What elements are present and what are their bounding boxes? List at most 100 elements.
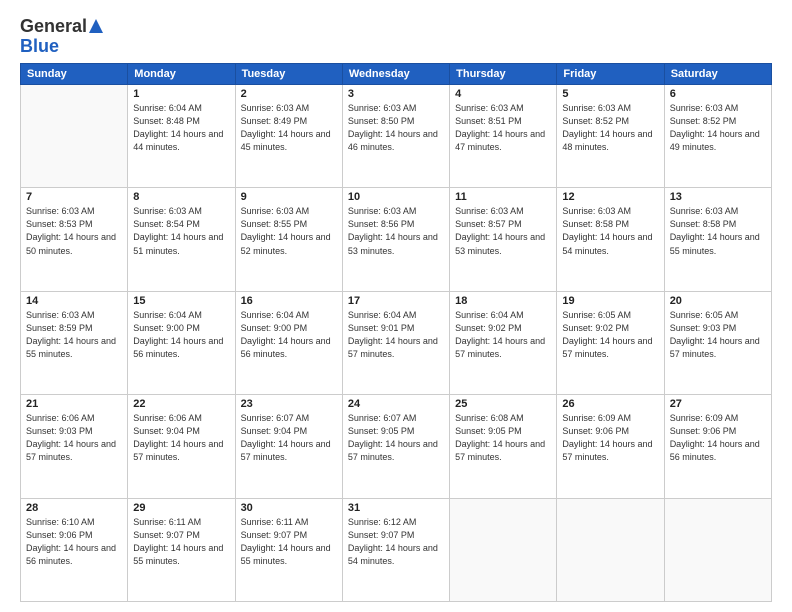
header-day-monday: Monday <box>128 64 235 85</box>
day-info: Sunrise: 6:04 AMSunset: 9:01 PMDaylight:… <box>348 309 444 361</box>
day-number: 7 <box>26 191 122 203</box>
day-info: Sunrise: 6:10 AMSunset: 9:06 PMDaylight:… <box>26 516 122 568</box>
day-info: Sunrise: 6:05 AMSunset: 9:03 PMDaylight:… <box>670 309 766 361</box>
day-number: 1 <box>133 88 229 100</box>
day-cell: 17 Sunrise: 6:04 AMSunset: 9:01 PMDayligh… <box>342 291 449 394</box>
logo-general-text: General <box>20 16 87 37</box>
day-number: 10 <box>348 191 444 203</box>
day-info: Sunrise: 6:06 AMSunset: 9:04 PMDaylight:… <box>133 412 229 464</box>
day-info: Sunrise: 6:06 AMSunset: 9:03 PMDaylight:… <box>26 412 122 464</box>
calendar-header: SundayMondayTuesdayWednesdayThursdayFrid… <box>21 64 772 85</box>
calendar-table: SundayMondayTuesdayWednesdayThursdayFrid… <box>20 63 772 602</box>
day-info: Sunrise: 6:07 AMSunset: 9:05 PMDaylight:… <box>348 412 444 464</box>
day-info: Sunrise: 6:03 AMSunset: 8:54 PMDaylight:… <box>133 205 229 257</box>
day-cell: 13Sunrise: 6:03 AMSunset: 8:58 PMDayligh… <box>664 188 771 291</box>
day-number: 26 <box>562 398 658 410</box>
day-number: 29 <box>133 502 229 514</box>
day-info: Sunrise: 6:03 AMSunset: 8:52 PMDaylight:… <box>670 102 766 154</box>
day-number: 16 <box>241 295 337 307</box>
day-info: Sunrise: 6:03 AMSunset: 8:53 PMDaylight:… <box>26 205 122 257</box>
day-number: 3 <box>348 88 444 100</box>
day-number: 30 <box>241 502 337 514</box>
day-cell: 16Sunrise: 6:04 AMSunset: 9:00 PMDayligh… <box>235 291 342 394</box>
day-cell: 27Sunrise: 6:09 AMSunset: 9:06 PMDayligh… <box>664 395 771 498</box>
day-number: 6 <box>670 88 766 100</box>
day-cell: 4 Sunrise: 6:03 AMSunset: 8:51 PMDaylight… <box>450 85 557 188</box>
day-info: Sunrise: 6:11 AMSunset: 9:07 PMDaylight:… <box>241 516 337 568</box>
day-number: 11 <box>455 191 551 203</box>
week-row-4: 28Sunrise: 6:10 AMSunset: 9:06 PMDayligh… <box>21 498 772 601</box>
day-info: Sunrise: 6:09 AMSunset: 9:06 PMDaylight:… <box>562 412 658 464</box>
day-info: Sunrise: 6:03 AMSunset: 8:49 PMDaylight:… <box>241 102 337 154</box>
day-cell <box>21 85 128 188</box>
day-cell: 6 Sunrise: 6:03 AMSunset: 8:52 PMDaylight… <box>664 85 771 188</box>
day-cell: 30 Sunrise: 6:11 AMSunset: 9:07 PMDayligh… <box>235 498 342 601</box>
week-row-2: 14Sunrise: 6:03 AMSunset: 8:59 PMDayligh… <box>21 291 772 394</box>
day-cell: 9 Sunrise: 6:03 AMSunset: 8:55 PMDaylight… <box>235 188 342 291</box>
logo-icon <box>89 19 103 33</box>
day-cell: 24Sunrise: 6:07 AMSunset: 9:05 PMDayligh… <box>342 395 449 498</box>
day-info: Sunrise: 6:03 AMSunset: 8:52 PMDaylight:… <box>562 102 658 154</box>
header-day-friday: Friday <box>557 64 664 85</box>
day-cell: 10 Sunrise: 6:03 AMSunset: 8:56 PMDayligh… <box>342 188 449 291</box>
day-cell: 28Sunrise: 6:10 AMSunset: 9:06 PMDayligh… <box>21 498 128 601</box>
day-number: 22 <box>133 398 229 410</box>
day-info: Sunrise: 6:11 AMSunset: 9:07 PMDaylight:… <box>133 516 229 568</box>
day-number: 20 <box>670 295 766 307</box>
header-day-sunday: Sunday <box>21 64 128 85</box>
day-cell: 7 Sunrise: 6:03 AMSunset: 8:53 PMDaylight… <box>21 188 128 291</box>
day-info: Sunrise: 6:04 AMSunset: 9:02 PMDaylight:… <box>455 309 551 361</box>
day-number: 4 <box>455 88 551 100</box>
day-cell <box>450 498 557 601</box>
day-info: Sunrise: 6:03 AMSunset: 8:55 PMDaylight:… <box>241 205 337 257</box>
day-number: 15 <box>133 295 229 307</box>
header-day-saturday: Saturday <box>664 64 771 85</box>
day-number: 9 <box>241 191 337 203</box>
day-cell: 15 Sunrise: 6:04 AMSunset: 9:00 PMDayligh… <box>128 291 235 394</box>
header-day-wednesday: Wednesday <box>342 64 449 85</box>
day-info: Sunrise: 6:03 AMSunset: 8:56 PMDaylight:… <box>348 205 444 257</box>
day-cell: 18Sunrise: 6:04 AMSunset: 9:02 PMDayligh… <box>450 291 557 394</box>
day-number: 14 <box>26 295 122 307</box>
day-number: 5 <box>562 88 658 100</box>
day-info: Sunrise: 6:03 AMSunset: 8:57 PMDaylight:… <box>455 205 551 257</box>
day-cell: 20 Sunrise: 6:05 AMSunset: 9:03 PMDayligh… <box>664 291 771 394</box>
week-row-1: 7 Sunrise: 6:03 AMSunset: 8:53 PMDaylight… <box>21 188 772 291</box>
day-cell: 29 Sunrise: 6:11 AMSunset: 9:07 PMDayligh… <box>128 498 235 601</box>
day-number: 27 <box>670 398 766 410</box>
day-cell: 1 Sunrise: 6:04 AMSunset: 8:48 PMDaylight… <box>128 85 235 188</box>
day-info: Sunrise: 6:04 AMSunset: 8:48 PMDaylight:… <box>133 102 229 154</box>
day-info: Sunrise: 6:08 AMSunset: 9:05 PMDaylight:… <box>455 412 551 464</box>
header-row: SundayMondayTuesdayWednesdayThursdayFrid… <box>21 64 772 85</box>
day-info: Sunrise: 6:05 AMSunset: 9:02 PMDaylight:… <box>562 309 658 361</box>
day-number: 8 <box>133 191 229 203</box>
week-row-0: 1 Sunrise: 6:04 AMSunset: 8:48 PMDaylight… <box>21 85 772 188</box>
day-number: 17 <box>348 295 444 307</box>
page: General Blue SundayMondayTuesdayWednesda… <box>0 0 792 612</box>
day-info: Sunrise: 6:04 AMSunset: 9:00 PMDaylight:… <box>133 309 229 361</box>
day-number: 31 <box>348 502 444 514</box>
day-cell: 8 Sunrise: 6:03 AMSunset: 8:54 PMDaylight… <box>128 188 235 291</box>
day-cell: 26 Sunrise: 6:09 AMSunset: 9:06 PMDayligh… <box>557 395 664 498</box>
day-cell: 23Sunrise: 6:07 AMSunset: 9:04 PMDayligh… <box>235 395 342 498</box>
day-cell: 21 Sunrise: 6:06 AMSunset: 9:03 PMDayligh… <box>21 395 128 498</box>
day-info: Sunrise: 6:07 AMSunset: 9:04 PMDaylight:… <box>241 412 337 464</box>
logo-blue-text: Blue <box>20 37 59 55</box>
day-cell: 12Sunrise: 6:03 AMSunset: 8:58 PMDayligh… <box>557 188 664 291</box>
day-number: 25 <box>455 398 551 410</box>
day-info: Sunrise: 6:03 AMSunset: 8:51 PMDaylight:… <box>455 102 551 154</box>
header-day-thursday: Thursday <box>450 64 557 85</box>
day-cell: 22 Sunrise: 6:06 AMSunset: 9:04 PMDayligh… <box>128 395 235 498</box>
day-cell: 11 Sunrise: 6:03 AMSunset: 8:57 PMDayligh… <box>450 188 557 291</box>
day-cell <box>664 498 771 601</box>
day-cell: 5 Sunrise: 6:03 AMSunset: 8:52 PMDaylight… <box>557 85 664 188</box>
day-cell: 2 Sunrise: 6:03 AMSunset: 8:49 PMDaylight… <box>235 85 342 188</box>
day-info: Sunrise: 6:12 AMSunset: 9:07 PMDaylight:… <box>348 516 444 568</box>
day-number: 12 <box>562 191 658 203</box>
day-number: 19 <box>562 295 658 307</box>
day-cell: 25 Sunrise: 6:08 AMSunset: 9:05 PMDayligh… <box>450 395 557 498</box>
day-number: 2 <box>241 88 337 100</box>
day-number: 13 <box>670 191 766 203</box>
day-cell: 31 Sunrise: 6:12 AMSunset: 9:07 PMDayligh… <box>342 498 449 601</box>
day-number: 21 <box>26 398 122 410</box>
